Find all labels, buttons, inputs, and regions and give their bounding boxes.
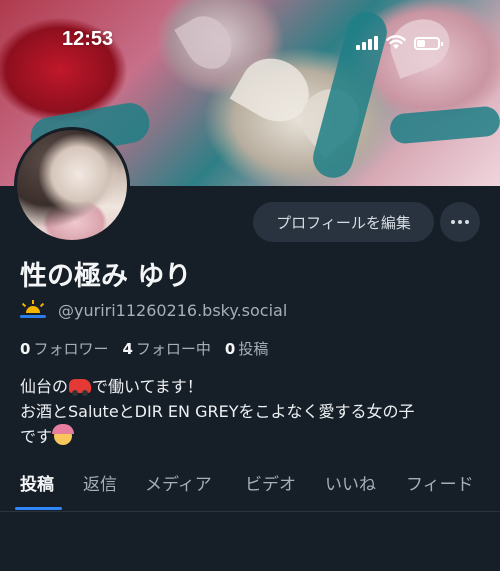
tab-videos[interactable]: ビデオ — [245, 470, 296, 495]
followers-count: 0 — [20, 340, 31, 358]
status-time: 12:53 — [62, 28, 114, 50]
bio-line1-end: で働いてます！ — [92, 377, 203, 396]
bio-line2: お酒とSaluteとDIR EN GREYをこよなく愛する女の子 — [20, 402, 415, 421]
wifi-icon — [386, 35, 406, 49]
tab-likes[interactable]: いいね — [325, 470, 376, 495]
followers-label: フォロワー — [33, 340, 109, 358]
battery-level — [417, 40, 425, 47]
more-options-button[interactable] — [440, 202, 480, 242]
handle-row: @yuriri11260216.bsky.social — [20, 300, 287, 320]
edit-profile-button[interactable]: プロフィールを編集 — [253, 202, 434, 242]
person-raising-hand-emoji-icon — [52, 424, 75, 445]
profile-screen: 12:53 プロフィールを編集 性の極み ゆり @yuriri11260216.… — [0, 0, 500, 571]
profile-tabs: 投稿 返信 メディア ビデオ いいね フィード — [0, 462, 500, 512]
display-name: 性の極み ゆり — [20, 261, 192, 292]
sunrise-icon — [20, 300, 46, 320]
handle[interactable]: @yuriri11260216.bsky.social — [58, 301, 287, 320]
status-bar: 12:53 — [0, 0, 500, 80]
bio-line1-start: 仙台の — [20, 377, 69, 396]
red-car-emoji-icon — [69, 379, 92, 396]
tab-posts[interactable]: 投稿 — [20, 470, 54, 495]
bio-line3: です — [20, 427, 53, 446]
battery-icon — [414, 37, 443, 50]
ellipsis-icon — [451, 220, 455, 224]
posts-label: 投稿 — [238, 340, 269, 358]
following-label: フォロー中 — [135, 340, 211, 358]
following-count: 4 — [122, 340, 133, 358]
cellular-signal-icon — [356, 36, 378, 50]
avatar[interactable] — [14, 127, 130, 243]
tab-feeds[interactable]: フィード — [406, 470, 474, 495]
profile-bio: 仙台の で働いてます！ お酒とSaluteとDIR EN GREYをこよなく愛する… — [20, 374, 414, 449]
profile-stats: 0 フォロワー 4 フォロー中 0 投稿 — [20, 338, 268, 359]
posts-count: 0 — [224, 340, 236, 358]
active-tab-indicator — [15, 507, 62, 510]
posts-stat: 0 投稿 — [225, 338, 268, 359]
following-stat[interactable]: 4 フォロー中 — [122, 338, 210, 359]
status-icons — [356, 30, 443, 50]
tab-replies[interactable]: 返信 — [83, 470, 117, 495]
followers-stat[interactable]: 0 フォロワー — [20, 338, 108, 359]
tab-media[interactable]: メディア — [145, 470, 212, 495]
